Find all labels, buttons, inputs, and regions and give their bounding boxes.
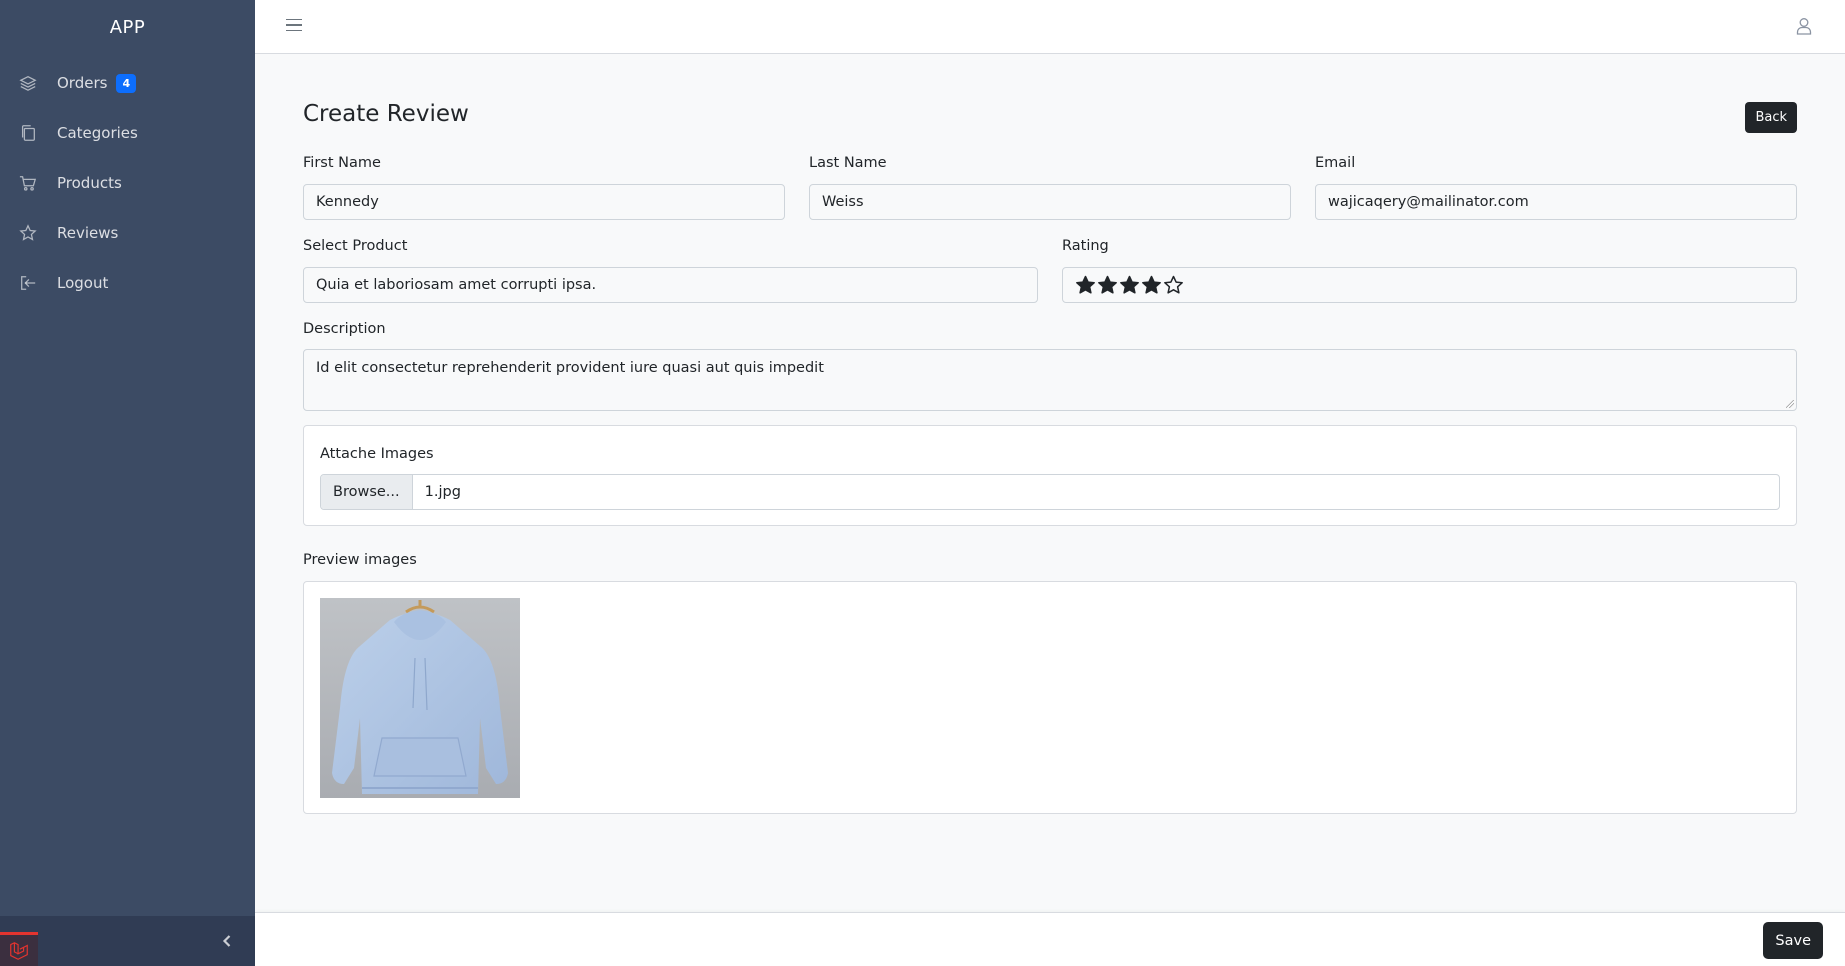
hoodie-image [320, 598, 520, 798]
sidebar-nav: Orders 4 Categories Products Reviews Log… [0, 54, 255, 308]
layers-icon [18, 73, 38, 93]
top-header [255, 0, 1845, 54]
sidebar-item-reviews[interactable]: Reviews [0, 208, 255, 258]
rating-field [1062, 267, 1797, 303]
rating-stars [1075, 275, 1184, 296]
sidebar-item-label: Orders [57, 74, 108, 92]
email-field[interactable]: wajicaqery@mailinator.com [1315, 184, 1797, 220]
product-select[interactable]: Quia et laboriosam amet corrupti ipsa. [303, 267, 1038, 303]
email-value: wajicaqery@mailinator.com [1328, 194, 1529, 210]
last-name-field[interactable]: Weiss [809, 184, 1291, 220]
sidebar-footer [0, 916, 255, 966]
preview-images-label: Preview images [303, 552, 417, 568]
attach-images-panel: Attache Images Browse... 1.jpg [303, 425, 1797, 526]
sidebar-item-products[interactable]: Products [0, 158, 255, 208]
sidebar-item-label: Reviews [57, 224, 119, 242]
star-icon [18, 223, 38, 243]
star-empty-icon[interactable] [1163, 275, 1184, 296]
orders-count-badge: 4 [116, 73, 137, 93]
description-value: Id elit consectetur reprehenderit provid… [316, 360, 824, 376]
sidebar-item-label: Categories [57, 124, 138, 142]
product-select-value: Quia et laboriosam amet corrupti ipsa. [316, 277, 597, 293]
star-filled-icon[interactable] [1119, 275, 1140, 296]
form-footer: Save [255, 912, 1845, 966]
hamburger-icon[interactable] [286, 19, 302, 35]
sidebar-collapse-button[interactable] [215, 929, 239, 953]
save-button[interactable]: Save [1763, 922, 1823, 959]
file-name: 1.jpg [424, 484, 461, 500]
chevron-left-icon [222, 935, 231, 947]
browse-button[interactable]: Browse... [321, 475, 413, 509]
sidebar-item-label: Logout [57, 274, 109, 292]
preview-images-panel [303, 581, 1797, 814]
page-title: Create Review [303, 101, 469, 127]
last-name-label: Last Name [809, 155, 887, 171]
first-name-value: Kennedy [316, 194, 379, 210]
laravel-logo-icon [0, 932, 38, 966]
user-icon[interactable] [1796, 17, 1814, 35]
first-name-label: First Name [303, 155, 381, 171]
preview-image-hoodie[interactable] [320, 598, 520, 798]
star-filled-icon[interactable] [1141, 275, 1162, 296]
sidebar-item-label: Products [57, 174, 122, 192]
sidebar-item-orders[interactable]: Orders 4 [0, 58, 255, 108]
select-product-label: Select Product [303, 238, 408, 254]
last-name-value: Weiss [822, 194, 864, 210]
file-input[interactable]: Browse... 1.jpg [320, 474, 1780, 510]
description-label: Description [303, 321, 386, 337]
back-button[interactable]: Back [1745, 102, 1797, 133]
sidebar-item-categories[interactable]: Categories [0, 108, 255, 158]
email-label: Email [1315, 155, 1356, 171]
star-filled-icon[interactable] [1075, 275, 1096, 296]
cart-icon [18, 173, 38, 193]
rating-label: Rating [1062, 238, 1109, 254]
app-brand[interactable]: APP [0, 0, 255, 54]
attach-images-label: Attache Images [320, 446, 434, 462]
description-textarea[interactable]: Id elit consectetur reprehenderit provid… [303, 349, 1797, 411]
copy-icon [18, 123, 38, 143]
sidebar: APP Orders 4 Categories Products Reviews [0, 0, 255, 966]
star-filled-icon[interactable] [1097, 275, 1118, 296]
resize-handle[interactable] [1786, 400, 1794, 408]
logout-icon [18, 273, 38, 293]
first-name-field[interactable]: Kennedy [303, 184, 785, 220]
sidebar-item-logout[interactable]: Logout [0, 258, 255, 308]
